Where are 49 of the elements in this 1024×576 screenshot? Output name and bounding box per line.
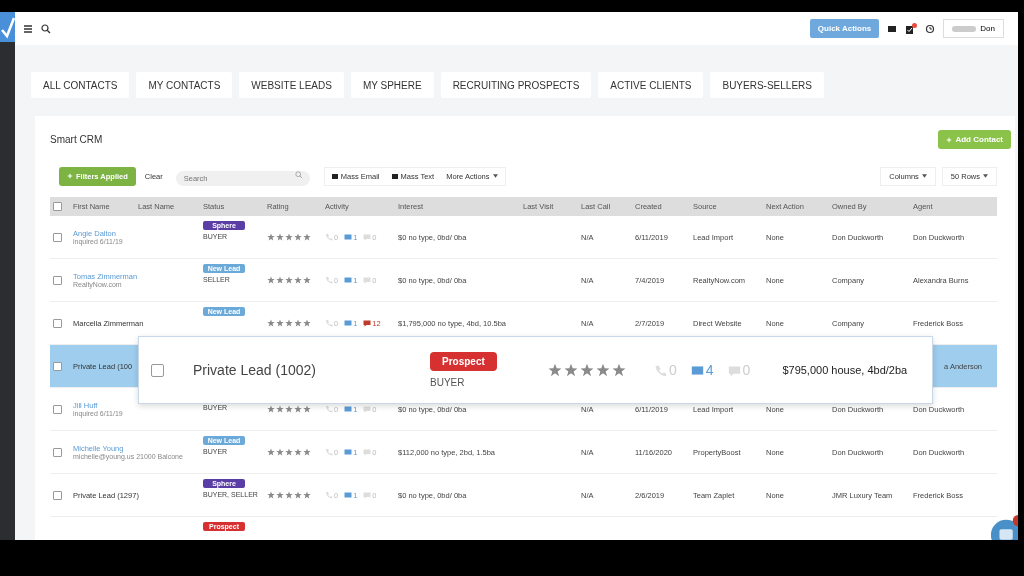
- phone-icon: [325, 319, 333, 327]
- phone-icon: [325, 448, 333, 456]
- star-rating[interactable]: [267, 491, 311, 499]
- caret-icon: [492, 174, 498, 178]
- menu-icon[interactable]: [23, 23, 33, 34]
- interest-text: $795,000 house, 4bd/2ba: [782, 364, 908, 376]
- phone-icon: [325, 491, 333, 499]
- phone-icon: [654, 363, 667, 377]
- contact-tab[interactable]: BUYERS-SELLERS: [710, 72, 824, 98]
- contact-tab[interactable]: MY CONTACTS: [136, 72, 233, 98]
- star-rating[interactable]: [267, 233, 311, 241]
- tasks-icon[interactable]: [905, 22, 918, 35]
- row-checkbox[interactable]: [53, 447, 62, 457]
- status-badge: Prospect: [430, 352, 497, 371]
- caret-icon: [921, 174, 927, 178]
- star-rating[interactable]: [548, 363, 626, 377]
- row-checkbox[interactable]: [53, 275, 62, 285]
- contact-role: BUYER: [430, 377, 465, 388]
- star-rating[interactable]: [267, 276, 311, 284]
- avatar-icon: [952, 25, 977, 32]
- row-checkbox[interactable]: [53, 361, 62, 371]
- mail-icon[interactable]: [887, 23, 898, 34]
- plus-icon: [946, 136, 953, 143]
- select-all-checkbox[interactable]: [53, 202, 62, 211]
- preview-checkbox[interactable]: [151, 363, 164, 377]
- star-rating[interactable]: [267, 405, 311, 413]
- contact-tab[interactable]: RECRUITING PROSPECTS: [440, 72, 592, 98]
- phone-icon: [325, 276, 333, 284]
- search-icon[interactable]: [41, 23, 51, 34]
- caret-icon: [983, 174, 988, 178]
- logo-icon[interactable]: [0, 12, 15, 42]
- contact-tab[interactable]: MY SPHERE: [350, 72, 434, 98]
- row-checkbox[interactable]: [53, 404, 62, 414]
- star-rating[interactable]: [267, 319, 311, 327]
- contact-tab[interactable]: WEBSITE LEADS: [239, 72, 344, 98]
- star-rating[interactable]: [267, 448, 311, 456]
- row-checkbox[interactable]: [53, 232, 62, 242]
- phone-icon: [325, 233, 333, 241]
- row-checkbox[interactable]: [53, 318, 62, 328]
- history-icon[interactable]: [925, 23, 936, 34]
- user-menu[interactable]: Don: [943, 19, 1004, 38]
- row-checkbox[interactable]: [53, 490, 62, 500]
- phone-icon: [325, 405, 333, 413]
- contact-tab[interactable]: ACTIVE CLIENTS: [598, 72, 704, 98]
- preview-name[interactable]: Private Lead (1002): [193, 362, 430, 378]
- card-title: Smart CRM: [50, 134, 103, 145]
- user-name: Don: [980, 24, 995, 33]
- contact-tab[interactable]: ALL CONTACTS: [31, 72, 130, 98]
- plus-icon: [67, 173, 73, 179]
